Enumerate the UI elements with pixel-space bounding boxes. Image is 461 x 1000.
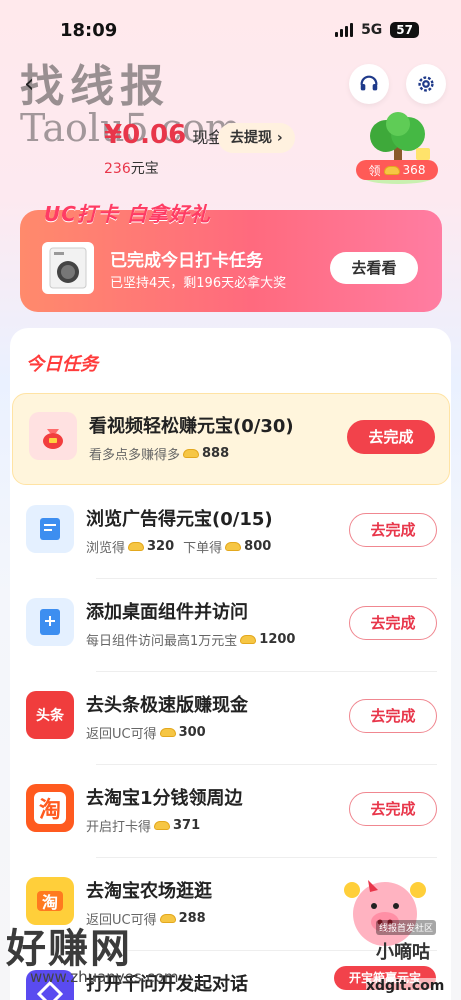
task-title: 添加桌面组件并访问 (86, 602, 248, 623)
banner-sub-text: 已坚持4天，剩196天必拿大奖 (110, 276, 287, 291)
pig-name: 小嘀咕 (376, 942, 430, 963)
document-icon (26, 505, 74, 553)
taobao-icon-text: 淘 (34, 792, 66, 824)
task-title: 看视频轻松赚元宝(0/30) (89, 416, 294, 437)
status-bar: 18:09 5G 57 (0, 0, 461, 56)
ingot-icon (159, 914, 176, 923)
settings-button[interactable] (406, 64, 446, 104)
task-title: 去淘宝1分钱领周边 (86, 788, 243, 809)
divider (96, 671, 437, 672)
task-title: 去淘宝农场逛逛 (86, 881, 212, 902)
cash-value: ¥0.06 (104, 120, 187, 150)
watermark-logo-bottom: 好赚网 (6, 926, 132, 972)
ingot-icon (240, 635, 257, 644)
tasks-panel-title: 今日任务 (26, 354, 98, 375)
divider (96, 857, 437, 858)
divider (96, 764, 437, 765)
task-sub-prefix: 看多点多赚得多 (89, 448, 181, 463)
toutiao-icon: 头条 (26, 691, 74, 739)
task-do-button[interactable]: 去完成 (349, 513, 437, 547)
watermark-url-bottom: www.zhuanyes.com (30, 968, 179, 986)
task-reward-value: 300 (178, 725, 206, 740)
task-reward-value: 288 (178, 911, 206, 926)
task-subtitle: 每日组件访问最高1万元宝 1200 (86, 630, 295, 649)
taobao-icon: 淘 (26, 784, 74, 832)
ingot-icon (154, 821, 171, 830)
divider (96, 578, 437, 579)
battery-icon: 57 (390, 22, 419, 38)
coins-value: 236 (104, 161, 131, 177)
task-sub-prefix: 每日组件访问最高1万元宝 (86, 634, 238, 649)
pig-caption: 线报首发社区 (376, 920, 437, 935)
task-row[interactable]: 淘 去淘宝1分钱领周边 开启打卡得 371 去完成 (10, 766, 451, 858)
task-reward-value: 371 (173, 818, 201, 833)
ingot-icon (128, 542, 145, 551)
task-row[interactable]: 浏览广告得元宝(0/15) 浏览得 320 下单得 800 去完成 (10, 487, 451, 579)
task-do-button[interactable]: 去完成 (347, 420, 435, 454)
back-icon[interactable]: ‹ (24, 70, 52, 98)
banner-main-text: 已完成今日打卡任务 (110, 251, 263, 271)
task-subtitle: 开启打卡得 371 (86, 816, 200, 835)
ingot-icon (183, 449, 200, 458)
task-reward-value: 888 (202, 446, 230, 461)
red-pouch-icon (29, 412, 77, 460)
ingot-icon (383, 165, 400, 175)
customer-service-button[interactable] (349, 64, 389, 104)
gear-icon (418, 76, 434, 92)
cash-balance: ¥0.06 现金 (104, 120, 224, 150)
task-do-button[interactable]: 去完成 (349, 699, 437, 733)
coin-balance: 236元宝 (104, 158, 159, 178)
task-reward-value-2: 800 (244, 539, 272, 554)
tree-reward-badge[interactable]: 领 368 (356, 160, 438, 180)
network-label: 5G (361, 22, 383, 38)
status-time: 18:09 (60, 20, 118, 41)
headset-icon (360, 75, 378, 91)
task-sub-prefix: 浏览得 (86, 541, 126, 556)
signal-icon (335, 23, 354, 37)
task-subtitle: 返回UC可得 300 (86, 723, 206, 742)
task-do-button[interactable]: 去完成 (349, 606, 437, 640)
task-sub-prefix: 开启打卡得 (86, 820, 152, 835)
ingot-icon (159, 728, 176, 737)
withdraw-button[interactable]: 去提现 › (218, 123, 295, 153)
tablet-plus-icon (26, 598, 74, 646)
coins-unit: 元宝 (130, 161, 159, 177)
task-title: 去头条极速版赚现金 (86, 695, 248, 716)
task-row[interactable]: 看视频轻松赚元宝(0/30) 看多点多赚得多 888 去完成 (12, 393, 450, 485)
task-sub-prefix: 返回UC可得 (86, 727, 157, 742)
ingot-icon (225, 542, 242, 551)
tree-badge-prefix: 领 (368, 163, 381, 178)
washing-machine-icon (42, 242, 94, 294)
task-row[interactable]: 添加桌面组件并访问 每日组件访问最高1万元宝 1200 去完成 (10, 580, 451, 672)
toutiao-icon-text: 头条 (36, 708, 64, 724)
task-row[interactable]: 头条 去头条极速版赚现金 返回UC可得 300 去完成 (10, 673, 451, 765)
banner-title: UC打卡 白拿好礼 (44, 202, 211, 226)
task-sub-mid: 下单得 (183, 541, 223, 556)
task-reward-value: 1200 (259, 632, 296, 647)
task-subtitle: 浏览得 320 下单得 800 (86, 537, 271, 556)
task-title: 浏览广告得元宝(0/15) (86, 509, 273, 530)
site-watermark: xdgit.com (366, 978, 445, 994)
task-subtitle: 看多点多赚得多 888 (89, 444, 229, 463)
farm-icon-text: 淘 (37, 891, 63, 912)
banner-view-button[interactable]: 去看看 (330, 252, 418, 284)
task-reward-value: 320 (147, 539, 175, 554)
status-indicators: 5G 57 (335, 22, 419, 38)
task-do-button[interactable]: 去完成 (349, 792, 437, 826)
tree-badge-value: 368 (402, 163, 426, 177)
